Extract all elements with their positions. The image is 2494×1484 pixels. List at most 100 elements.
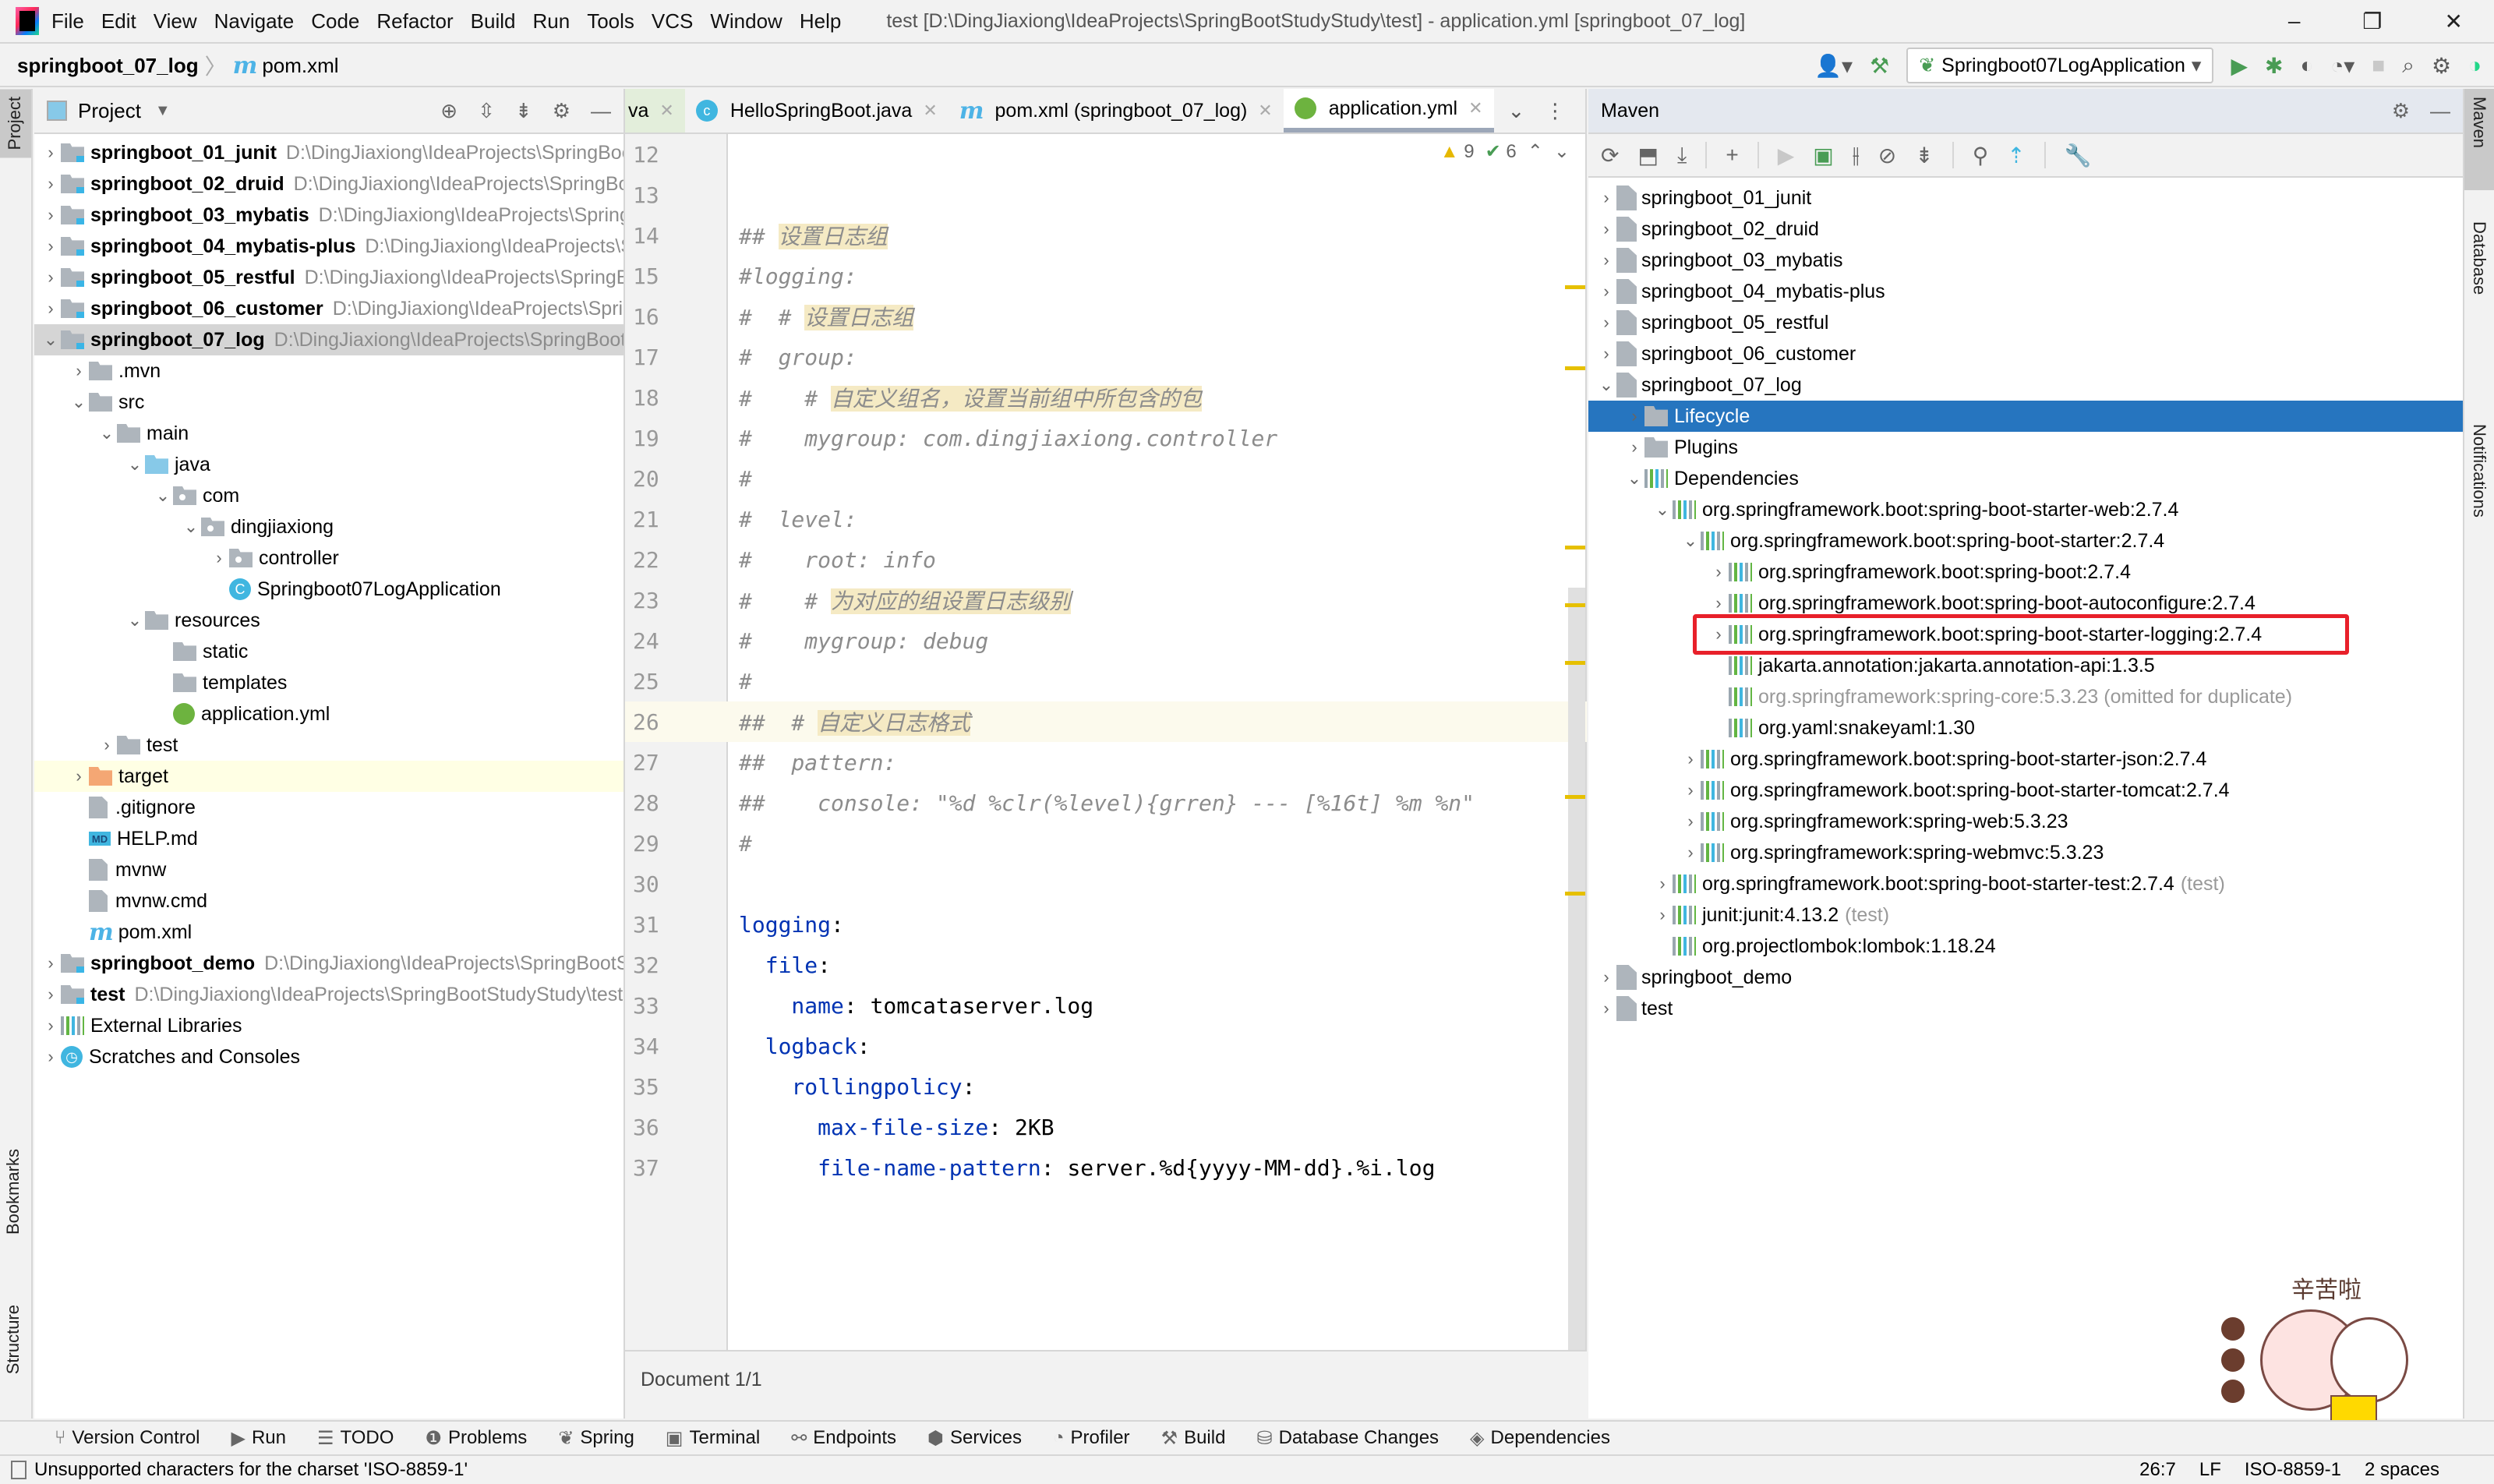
generate-sources-icon[interactable]: ⬒	[1637, 143, 1658, 168]
reload-icon[interactable]: ⟳	[1601, 143, 1619, 168]
debug-icon[interactable]: ✱	[2265, 53, 2283, 79]
code-line[interactable]: 20 #	[625, 458, 1587, 499]
code-line[interactable]: 30	[625, 864, 1587, 904]
chevron-right-icon[interactable]: ›	[41, 143, 61, 163]
tool-window-dependencies[interactable]: ◈ Dependencies	[1470, 1427, 1610, 1450]
project-tree-item[interactable]: ⌄ main	[34, 418, 624, 449]
select-opened-file-icon[interactable]: ⊕	[440, 99, 457, 123]
collapse-all-icon[interactable]: ⇟	[515, 99, 532, 123]
chevron-right-icon[interactable]: ›	[209, 548, 229, 568]
maven-tool-tab[interactable]: Maven	[2464, 89, 2494, 190]
chevron-down-icon[interactable]: ⌄	[1680, 531, 1701, 551]
toggle-offline-icon[interactable]: ⫲	[1853, 143, 1860, 168]
profile-icon[interactable]: ◔▾	[2330, 53, 2354, 79]
close-tab-icon[interactable]: ✕	[1258, 101, 1272, 121]
toolbox-icon[interactable]: ◑	[2468, 53, 2482, 78]
chevron-right-icon[interactable]: ›	[97, 735, 117, 755]
download-icon[interactable]: ⤓	[1677, 143, 1687, 168]
code-line[interactable]: 14 ## 设置日志组	[625, 215, 1587, 256]
chevron-down-icon[interactable]: ⌄	[41, 330, 61, 350]
maven-tree-item[interactable]: › org.springframework.boot:spring-boot-st…	[1588, 868, 2463, 899]
project-tree-item[interactable]: › target	[34, 761, 624, 792]
editor-scrollbar[interactable]	[1568, 588, 1585, 1352]
breadcrumb-file[interactable]: pom.xml	[262, 54, 338, 78]
maven-tree-item[interactable]: › springboot_03_mybatis	[1588, 245, 2463, 276]
tool-window-problems[interactable]: ❶ Problems	[425, 1427, 527, 1450]
menu-view[interactable]: View	[154, 9, 197, 34]
maven-tree-item[interactable]: › Plugins	[1588, 432, 2463, 463]
chevron-right-icon[interactable]: ›	[41, 267, 61, 288]
file-encoding[interactable]: ISO-8859-1	[2245, 1459, 2341, 1481]
error-stripe-mark[interactable]	[1565, 892, 1585, 896]
chevron-right-icon[interactable]: ›	[69, 766, 89, 786]
chevron-right-icon[interactable]: ›	[1708, 593, 1729, 613]
project-tree-item[interactable]: › test	[34, 730, 624, 761]
bookmarks-tool-tab[interactable]: Bookmarks	[3, 1149, 23, 1235]
close-button[interactable]: ✕	[2445, 9, 2463, 34]
menu-refactor[interactable]: Refactor	[376, 9, 453, 34]
indent-setting[interactable]: 2 spaces	[2365, 1459, 2439, 1481]
chevron-right-icon[interactable]: ›	[41, 984, 61, 1005]
chevron-right-icon[interactable]: ›	[1708, 562, 1729, 582]
chevron-right-icon[interactable]: ›	[1680, 749, 1701, 769]
chevron-right-icon[interactable]: ›	[1596, 344, 1616, 364]
chevron-down-icon[interactable]: ⌄	[1652, 500, 1673, 520]
user-icon[interactable]: 👤▾	[1814, 53, 1853, 79]
chevron-right-icon[interactable]: ›	[1624, 437, 1644, 458]
add-project-icon[interactable]: +	[1726, 143, 1738, 168]
chevron-down-icon[interactable]: ⌄	[1596, 375, 1616, 395]
code-line[interactable]: 31 logging:	[625, 904, 1587, 945]
menu-edit[interactable]: Edit	[101, 9, 136, 34]
chevron-right-icon[interactable]: ›	[1596, 250, 1616, 270]
editor-tab[interactable]: m pom.xml (springboot_07_log) ✕	[948, 89, 1284, 132]
project-tree-item[interactable]: › .mvn	[34, 355, 624, 387]
maven-tree-item[interactable]: › org.springframework.boot:spring-boot:2.…	[1588, 556, 2463, 588]
minimize-button[interactable]: –	[2288, 9, 2301, 34]
build-hammer-icon[interactable]: ⚒	[1870, 53, 1889, 79]
project-tree-item[interactable]: › springboot_01_junit D:\DingJiaxiong\Idea…	[34, 137, 624, 168]
expand-all-icon[interactable]: ⇳	[478, 99, 495, 123]
chevron-right-icon[interactable]: ›	[41, 953, 61, 973]
code-line[interactable]: 33 name: tomcataserver.log	[625, 985, 1587, 1026]
collapse-all-icon[interactable]: ⇟	[1915, 143, 1933, 168]
chevron-right-icon[interactable]: ›	[1680, 843, 1701, 863]
error-stripe-mark[interactable]	[1565, 795, 1585, 799]
maven-tree-item[interactable]: › test	[1588, 993, 2463, 1024]
project-tree-item[interactable]: ⌄ src	[34, 387, 624, 418]
project-tree-item[interactable]: .gitignore	[34, 792, 624, 823]
project-tree-item[interactable]: › springboot_04_mybatis-plus D:\DingJiaxio…	[34, 231, 624, 262]
maven-tree-item[interactable]: › org.springframework.boot:spring-boot-st…	[1588, 744, 2463, 775]
chevron-right-icon[interactable]: ›	[1596, 281, 1616, 302]
code-line[interactable]: 22 # root: info	[625, 539, 1587, 580]
maven-settings-gear-icon[interactable]: ⚙	[2392, 99, 2410, 123]
tool-window-terminal[interactable]: ▣ Terminal	[666, 1427, 760, 1450]
chevron-right-icon[interactable]: ›	[41, 1016, 61, 1036]
code-line[interactable]: 13	[625, 175, 1587, 215]
project-view-label[interactable]: Project	[78, 99, 141, 123]
event-log-icon[interactable]	[11, 1461, 26, 1479]
error-stripe-mark[interactable]	[1565, 546, 1585, 549]
chevron-right-icon[interactable]: ›	[1652, 905, 1673, 925]
maven-tree-item[interactable]: ⌄ Dependencies	[1588, 463, 2463, 494]
menu-file[interactable]: File	[51, 9, 84, 34]
tool-window-version-control[interactable]: ⑂ Version Control	[55, 1427, 200, 1449]
show-diagram-icon[interactable]: ⇡	[2007, 143, 2025, 168]
project-tree-item[interactable]: ⌄ java	[34, 449, 624, 480]
run-configuration-select[interactable]: ❦ Springboot07LogApplication ▾	[1906, 48, 2214, 83]
project-tree-item[interactable]: ⌄ resources	[34, 605, 624, 636]
tool-window-profiler[interactable]: ◔ Profiler	[1053, 1427, 1130, 1449]
chevron-right-icon[interactable]: ›	[41, 299, 61, 319]
search-icon[interactable]: ⌕	[2402, 53, 2415, 79]
project-tree-item[interactable]: ⌄ springboot_07_log D:\DingJiaxiong\IdeaPr…	[34, 324, 624, 355]
error-stripe-mark[interactable]	[1565, 603, 1585, 607]
skip-tests-icon[interactable]: ⊘	[1878, 143, 1896, 168]
code-line[interactable]: 36 max-file-size: 2KB	[625, 1107, 1587, 1147]
chevron-right-icon[interactable]: ›	[1624, 406, 1644, 426]
error-stripe-mark[interactable]	[1565, 366, 1585, 370]
chevron-right-icon[interactable]: ›	[1680, 780, 1701, 800]
chevron-down-icon[interactable]: ⌄	[125, 454, 145, 475]
project-tree-item[interactable]: mvnw	[34, 854, 624, 885]
options-gear-icon[interactable]: ⚙	[553, 99, 571, 123]
project-tree-item[interactable]: C Springboot07LogApplication	[34, 574, 624, 605]
chevron-right-icon[interactable]: ›	[1596, 188, 1616, 208]
